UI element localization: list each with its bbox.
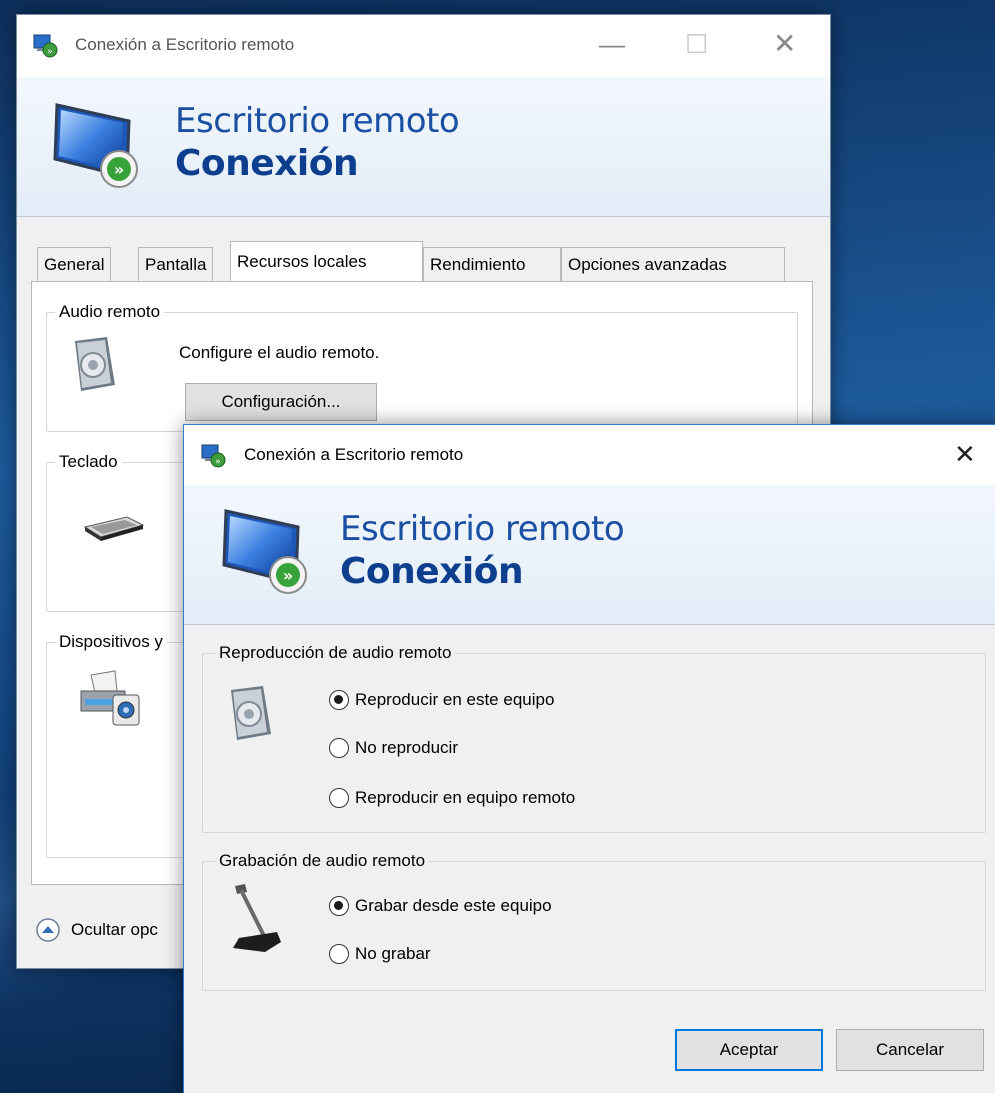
- chevron-up-icon: [35, 917, 61, 943]
- hide-options-link[interactable]: Ocultar opc: [35, 917, 158, 943]
- playback-group: Reproducción de audio remoto Reproducir …: [202, 643, 986, 833]
- radio-label: Reproducir en este equipo: [355, 690, 555, 709]
- recording-group-label: Grabación de audio remoto: [215, 851, 430, 871]
- radio-indicator: [329, 788, 349, 808]
- dialog-header-banner: » Escritorio remoto Conexión: [184, 485, 995, 625]
- microphone-icon: [225, 882, 285, 958]
- title-bar: » Conexión a Escritorio remoto — ☐ ✕: [17, 15, 830, 77]
- audio-group-label: Audio remoto: [55, 302, 165, 322]
- rdp-app-icon: »: [33, 33, 59, 59]
- tab-label: General: [44, 254, 105, 274]
- minimize-button[interactable]: —: [599, 29, 625, 60]
- audio-group: Audio remoto Configure el audio remoto. …: [46, 302, 798, 432]
- radio-indicator: [329, 944, 349, 964]
- radio-no-play[interactable]: No reproducir: [329, 738, 458, 758]
- speaker-icon: [227, 684, 283, 744]
- svg-text:»: »: [114, 160, 124, 179]
- radio-play-remote[interactable]: Reproducir en equipo remoto: [329, 788, 575, 808]
- audio-settings-dialog: » Conexión a Escritorio remoto ✕ » Escri…: [183, 424, 995, 1093]
- playback-group-label: Reproducción de audio remoto: [215, 643, 456, 663]
- button-label: Configuración...: [221, 392, 341, 411]
- tab-recursos-locales[interactable]: Recursos locales: [230, 241, 423, 281]
- radio-indicator: [329, 738, 349, 758]
- monitor-icon: »: [220, 507, 320, 597]
- tab-label: Opciones avanzadas: [568, 254, 727, 274]
- tab-general[interactable]: General: [37, 247, 112, 281]
- banner-line1: Escritorio remoto: [175, 101, 460, 141]
- dialog-banner-line2: Conexión: [340, 551, 524, 592]
- tab-label: Pantalla: [145, 254, 207, 274]
- audio-settings-button[interactable]: Configuración...: [185, 383, 377, 421]
- tab-label: Recursos locales: [237, 251, 367, 271]
- radio-label: No grabar: [355, 944, 431, 963]
- keyboard-group-label: Teclado: [55, 452, 122, 472]
- button-label: Aceptar: [719, 1040, 779, 1059]
- window-title: Conexión a Escritorio remoto: [75, 35, 295, 54]
- tab-pantalla[interactable]: Pantalla: [138, 247, 214, 281]
- radio-no-record[interactable]: No grabar: [329, 944, 431, 964]
- audio-description: Configure el audio remoto.: [179, 343, 380, 362]
- cancel-button[interactable]: Cancelar: [836, 1029, 984, 1071]
- devices-group-label: Dispositivos y: [55, 632, 167, 652]
- keyboard-icon: [83, 515, 145, 543]
- radio-label: Reproducir en equipo remoto: [355, 788, 576, 807]
- svg-text:»: »: [215, 457, 221, 467]
- radio-indicator: [329, 896, 349, 916]
- hide-options-label: Ocultar opc: [71, 920, 158, 939]
- radio-indicator: [329, 690, 349, 710]
- tab-opciones-avanzadas[interactable]: Opciones avanzadas: [561, 247, 785, 281]
- header-banner: » Escritorio remoto Conexión: [17, 77, 830, 217]
- radio-label: Grabar desde este equipo: [355, 896, 552, 915]
- ok-button[interactable]: Aceptar: [675, 1029, 823, 1071]
- monitor-icon: »: [51, 101, 151, 191]
- close-button[interactable]: ✕: [773, 27, 796, 60]
- dialog-close-button[interactable]: ✕: [954, 439, 976, 470]
- dialog-title: Conexión a Escritorio remoto: [244, 445, 464, 464]
- button-label: Cancelar: [875, 1040, 945, 1059]
- svg-text:»: »: [47, 47, 53, 57]
- dialog-title-bar: » Conexión a Escritorio remoto ✕: [184, 425, 995, 485]
- radio-record-here[interactable]: Grabar desde este equipo: [329, 896, 552, 916]
- maximize-button[interactable]: ☐: [685, 29, 708, 60]
- svg-text:»: »: [283, 566, 293, 585]
- tab-label: Rendimiento: [430, 254, 526, 274]
- speaker-icon: [71, 335, 127, 395]
- radio-label: No reproducir: [355, 738, 458, 757]
- dialog-banner-line1: Escritorio remoto: [340, 509, 625, 549]
- rdp-app-icon: »: [201, 443, 227, 469]
- banner-line2: Conexión: [175, 143, 359, 184]
- devices-icon: [77, 669, 147, 731]
- radio-play-here[interactable]: Reproducir en este equipo: [329, 690, 554, 710]
- recording-group: Grabación de audio remoto Grabar desde e…: [202, 851, 986, 991]
- tab-rendimiento[interactable]: Rendimiento: [423, 247, 561, 281]
